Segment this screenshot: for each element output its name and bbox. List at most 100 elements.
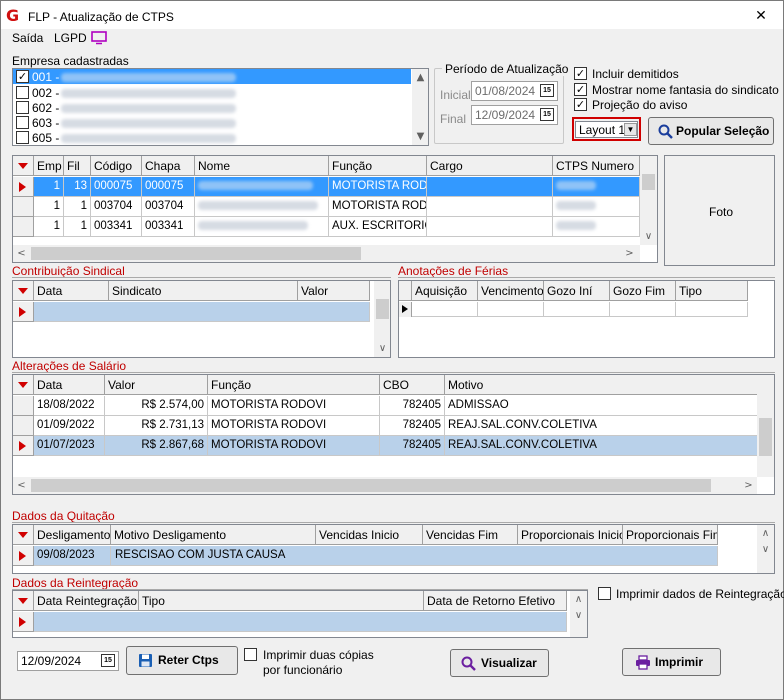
duas-copias-checkbox[interactable] xyxy=(244,648,257,661)
cell-data[interactable]: 01/07/2023 xyxy=(34,436,105,456)
quitacao-vscroll[interactable]: ∧ ∨ xyxy=(757,525,774,573)
cell-motivo[interactable]: ADMISSAO xyxy=(445,396,759,416)
menu-saida[interactable]: Saída xyxy=(12,31,43,45)
empty-cell[interactable] xyxy=(544,302,610,317)
cell-codigo[interactable]: 003704 xyxy=(91,197,142,217)
cell-fil[interactable]: 1 xyxy=(64,217,91,237)
scroll-down-icon[interactable]: ∨ xyxy=(640,228,657,245)
scroll-thumb[interactable] xyxy=(31,479,711,492)
calendar-icon[interactable]: 15 xyxy=(540,84,554,97)
col-header-ctps[interactable]: CTPS Numero xyxy=(553,156,640,176)
layout-select[interactable]: Layout 1 ▼ xyxy=(575,121,638,138)
col-header-vencidas-inicio[interactable]: Vencidas Inicio xyxy=(316,525,423,545)
empresa-checkbox-002[interactable] xyxy=(16,86,29,99)
employees-grid[interactable]: Emp Fil Código Chapa Nome Função Cargo C… xyxy=(12,155,658,263)
cell-cbo[interactable]: 782405 xyxy=(380,436,445,456)
cell-fil[interactable]: 13 xyxy=(64,177,91,197)
col-header-proporcionais-fim[interactable]: Proporcionais Fim xyxy=(623,525,718,545)
cell-funcao[interactable]: MOTORISTA RODOVI xyxy=(208,416,380,436)
scroll-down-icon[interactable]: ▼ xyxy=(412,128,428,145)
empresas-scrollbar[interactable]: ▲ ▼ xyxy=(412,69,428,145)
col-header-sindicato[interactable]: Sindicato xyxy=(109,281,298,301)
incluir-demitidos-checkbox[interactable]: ✓ xyxy=(574,67,587,80)
cell-ctps-redacted[interactable] xyxy=(553,217,640,237)
empresa-checkbox-605[interactable] xyxy=(16,131,29,144)
empty-row[interactable] xyxy=(34,302,370,322)
scroll-left-icon[interactable]: < xyxy=(13,477,30,494)
mostrar-fantasia-checkbox[interactable]: ✓ xyxy=(574,83,587,96)
col-header-valor[interactable]: Valor xyxy=(298,281,370,301)
cell-ctps-redacted[interactable] xyxy=(553,197,640,217)
col-header-fil[interactable]: Fil xyxy=(64,156,91,176)
monitor-icon[interactable] xyxy=(91,31,107,45)
col-header-codigo[interactable]: Código xyxy=(91,156,142,176)
scroll-right-icon[interactable]: > xyxy=(621,245,638,262)
cell-valor[interactable]: R$ 2.867,68 xyxy=(105,436,208,456)
scroll-right-icon[interactable]: > xyxy=(740,477,757,494)
scroll-thumb[interactable] xyxy=(642,174,655,190)
calendar-icon[interactable]: 15 xyxy=(540,108,554,121)
visualizar-button[interactable]: Visualizar xyxy=(450,649,549,677)
scroll-down-icon[interactable]: ∨ xyxy=(570,607,587,624)
cell-cargo[interactable] xyxy=(427,177,553,197)
cell-valor[interactable]: R$ 2.731,13 xyxy=(105,416,208,436)
contribuicao-scrollbar[interactable]: ∨ xyxy=(374,281,390,357)
reter-ctps-button[interactable]: Reter Ctps xyxy=(126,646,238,675)
col-header-tipo[interactable]: Tipo xyxy=(676,281,748,301)
cell-funcao[interactable]: AUX. ESCRITORIO xyxy=(329,217,427,237)
cell-data[interactable]: 18/08/2022 xyxy=(34,396,105,416)
cell-motivo-desligamento[interactable]: RESCISAO COM JUSTA CAUSA xyxy=(111,546,718,566)
imprimir-button[interactable]: Imprimir xyxy=(622,648,721,676)
quitacao-grid[interactable]: Desligamento Motivo Desligamento Vencida… xyxy=(12,524,775,574)
scroll-up-icon[interactable]: ▲ xyxy=(412,69,428,86)
cell-chapa[interactable]: 003704 xyxy=(142,197,195,217)
salario-grid[interactable]: Data Valor Função CBO Motivo 18/08/2022 … xyxy=(12,374,775,495)
ferias-grid[interactable]: Aquisição Vencimento Gozo Iní Gozo Fim T… xyxy=(398,280,775,358)
col-header-data-retorno[interactable]: Data de Retorno Efetivo xyxy=(424,591,567,611)
scroll-left-icon[interactable]: < xyxy=(13,245,30,262)
cell-data[interactable]: 01/09/2022 xyxy=(34,416,105,436)
scroll-thumb[interactable] xyxy=(376,299,389,319)
scroll-thumb[interactable] xyxy=(759,418,772,456)
cell-emp[interactable]: 1 xyxy=(34,177,64,197)
cell-fil[interactable]: 1 xyxy=(64,197,91,217)
cell-emp[interactable]: 1 xyxy=(34,217,64,237)
cell-nome-redacted[interactable] xyxy=(195,217,329,237)
salario-hscroll[interactable]: < > xyxy=(13,477,757,494)
chevron-down-icon[interactable]: ▼ xyxy=(624,123,637,136)
cell-codigo[interactable]: 003341 xyxy=(91,217,142,237)
col-header-aquisicao[interactable]: Aquisição xyxy=(412,281,478,301)
cell-emp[interactable]: 1 xyxy=(34,197,64,217)
employees-vscroll[interactable]: ∨ xyxy=(640,156,657,245)
cell-nome-redacted[interactable] xyxy=(195,177,329,197)
cell-nome-redacted[interactable] xyxy=(195,197,329,217)
col-header-emp[interactable]: Emp xyxy=(34,156,64,176)
col-header-valor[interactable]: Valor xyxy=(105,375,208,395)
cell-cbo[interactable]: 782405 xyxy=(380,396,445,416)
imprimir-reintegracao-checkbox[interactable] xyxy=(598,587,611,600)
empty-cell[interactable] xyxy=(478,302,544,317)
col-header-funcao[interactable]: Função xyxy=(329,156,427,176)
scroll-down-icon[interactable]: ∨ xyxy=(374,340,390,357)
employees-hscroll[interactable]: < > xyxy=(13,245,640,262)
cell-funcao[interactable]: MOTORISTA RODOVI xyxy=(208,436,380,456)
col-header-gozo-ini[interactable]: Gozo Iní xyxy=(544,281,610,301)
col-header-data-reintegracao[interactable]: Data Reintegração xyxy=(34,591,139,611)
close-button[interactable]: ✕ xyxy=(746,6,776,24)
cell-funcao[interactable]: MOTORISTA RODOVI xyxy=(208,396,380,416)
projecao-aviso-checkbox[interactable]: ✓ xyxy=(574,98,587,111)
cell-cbo[interactable]: 782405 xyxy=(380,416,445,436)
col-header-funcao[interactable]: Função xyxy=(208,375,380,395)
contribuicao-grid[interactable]: Data Sindicato Valor ∨ xyxy=(12,280,391,358)
col-header-gozo-fim[interactable]: Gozo Fim xyxy=(610,281,676,301)
scroll-down-icon[interactable]: ∨ xyxy=(757,541,774,558)
empty-cell[interactable] xyxy=(610,302,676,317)
col-header-tipo[interactable]: Tipo xyxy=(139,591,424,611)
empty-row[interactable] xyxy=(34,612,567,632)
col-header-cargo[interactable]: Cargo xyxy=(427,156,553,176)
popular-selecao-button[interactable]: Popular Seleção xyxy=(648,117,774,145)
empresa-checkbox-001[interactable]: ✓ xyxy=(16,70,29,83)
reintegracao-grid[interactable]: Data Reintegração Tipo Data de Retorno E… xyxy=(12,590,588,638)
col-header-cbo[interactable]: CBO xyxy=(380,375,445,395)
cell-cargo[interactable] xyxy=(427,217,553,237)
